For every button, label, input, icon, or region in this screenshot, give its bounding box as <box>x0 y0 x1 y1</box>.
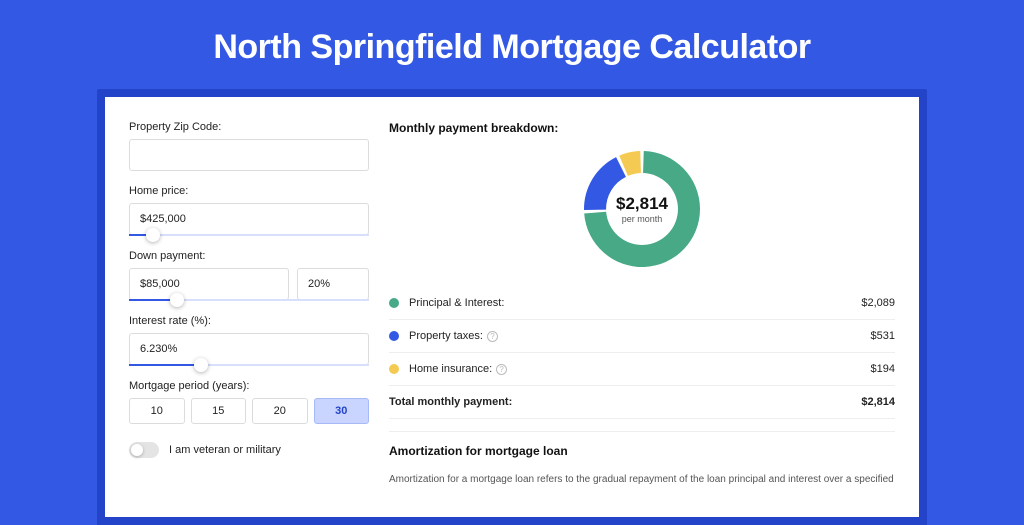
period-option-30[interactable]: 30 <box>314 398 370 424</box>
amort-title: Amortization for mortgage loan <box>389 444 895 458</box>
swatch-taxes <box>389 331 399 341</box>
home-price-label: Home price: <box>129 185 369 197</box>
period-label: Mortgage period (years): <box>129 380 369 392</box>
period-option-15[interactable]: 15 <box>191 398 247 424</box>
breakdown-label-total: Total monthly payment: <box>389 396 861 408</box>
home-price-field: Home price: <box>129 185 369 236</box>
calculator-panel-outer: Property Zip Code: Home price: Down paym… <box>97 89 927 525</box>
interest-slider[interactable] <box>129 364 369 366</box>
breakdown-amount-principal: $2,089 <box>861 297 895 309</box>
breakdown-row-insurance: Home insurance: ? $194 <box>389 353 895 386</box>
zip-input[interactable] <box>129 139 369 171</box>
down-payment-input[interactable] <box>129 268 289 300</box>
period-option-10[interactable]: 10 <box>129 398 185 424</box>
info-icon[interactable]: ? <box>487 331 498 342</box>
down-payment-slider[interactable] <box>129 299 369 301</box>
veteran-toggle-knob <box>131 444 143 456</box>
down-payment-label: Down payment: <box>129 250 369 262</box>
breakdown-row-total: Total monthly payment: $2,814 <box>389 386 895 419</box>
home-price-input[interactable] <box>129 203 369 235</box>
interest-slider-thumb[interactable] <box>194 358 208 372</box>
info-icon[interactable]: ? <box>496 364 507 375</box>
donut-chart: $2,814 per month <box>582 149 702 269</box>
veteran-label: I am veteran or military <box>169 444 281 456</box>
form-column: Property Zip Code: Home price: Down paym… <box>129 121 369 517</box>
zip-label: Property Zip Code: <box>129 121 369 133</box>
period-option-20[interactable]: 20 <box>252 398 308 424</box>
home-price-slider-thumb[interactable] <box>146 228 160 242</box>
interest-slider-fill <box>129 364 201 366</box>
donut-area: $2,814 per month <box>389 149 895 269</box>
period-options: 10 15 20 30 <box>129 398 369 424</box>
breakdown-title: Monthly payment breakdown: <box>389 121 895 135</box>
donut-center: $2,814 per month <box>582 149 702 269</box>
breakdown-amount-insurance: $194 <box>871 363 895 375</box>
down-payment-field: Down payment: <box>129 250 369 301</box>
amort-body: Amortization for a mortgage loan refers … <box>389 472 895 487</box>
breakdown-amount-total: $2,814 <box>861 396 895 408</box>
page-title: North Springfield Mortgage Calculator <box>0 0 1024 89</box>
breakdown-column: Monthly payment breakdown: $2,814 per mo… <box>389 121 895 517</box>
down-payment-slider-thumb[interactable] <box>170 293 184 307</box>
interest-label: Interest rate (%): <box>129 315 369 327</box>
interest-field: Interest rate (%): <box>129 315 369 366</box>
breakdown-label-insurance: Home insurance: ? <box>409 363 871 375</box>
breakdown-label-taxes: Property taxes: ? <box>409 330 871 342</box>
home-price-slider[interactable] <box>129 234 369 236</box>
interest-input[interactable] <box>129 333 369 365</box>
donut-value: $2,814 <box>616 194 668 214</box>
swatch-insurance <box>389 364 399 374</box>
donut-sub: per month <box>622 214 663 224</box>
calculator-panel: Property Zip Code: Home price: Down paym… <box>105 97 919 517</box>
breakdown-label-principal: Principal & Interest: <box>409 297 861 309</box>
veteran-row: I am veteran or military <box>129 442 369 458</box>
divider <box>389 431 895 432</box>
zip-field: Property Zip Code: <box>129 121 369 171</box>
swatch-principal <box>389 298 399 308</box>
breakdown-amount-taxes: $531 <box>871 330 895 342</box>
veteran-toggle[interactable] <box>129 442 159 458</box>
breakdown-row-taxes: Property taxes: ? $531 <box>389 320 895 353</box>
breakdown-row-principal: Principal & Interest: $2,089 <box>389 287 895 320</box>
period-field: Mortgage period (years): 10 15 20 30 <box>129 380 369 424</box>
down-payment-pct-input[interactable] <box>297 268 369 300</box>
